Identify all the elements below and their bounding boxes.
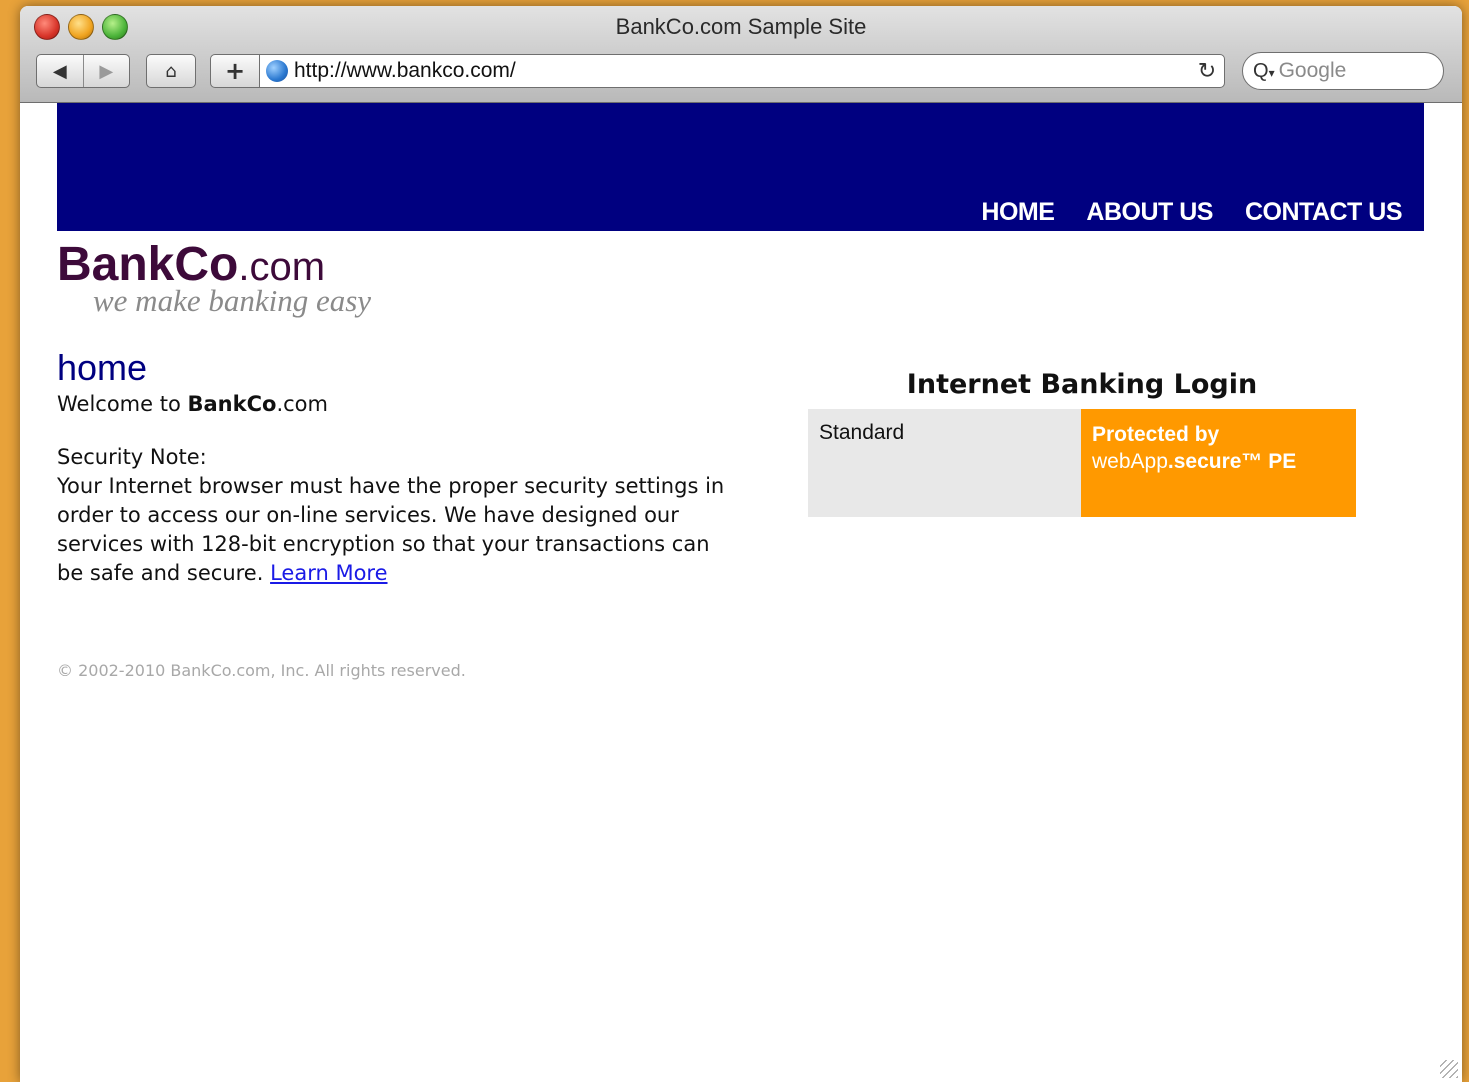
globe-icon bbox=[266, 60, 288, 82]
resize-grip-icon[interactable] bbox=[1440, 1060, 1458, 1078]
protected-heading: Protected by bbox=[1092, 423, 1220, 446]
login-title: Internet Banking Login bbox=[906, 369, 1258, 400]
learn-more-link[interactable]: Learn More bbox=[270, 561, 387, 585]
security-title: Security Note: bbox=[57, 445, 207, 469]
browser-toolbar: BankCo.com Sample Site ◀ ▶ ⌂ + http://ww… bbox=[20, 6, 1462, 103]
forward-arrow-icon[interactable]: ▶ bbox=[83, 55, 129, 87]
security-note: Security Note: Your Internet browser mus… bbox=[57, 443, 727, 588]
login-panel: Standard Protected by webApp.secure™ PE bbox=[808, 409, 1356, 517]
welcome-prefix: Welcome to bbox=[57, 392, 188, 416]
welcome-brand: BankCo bbox=[187, 392, 277, 416]
protected-login-option[interactable]: Protected by webApp.secure™ PE bbox=[1081, 409, 1356, 517]
search-field[interactable]: Q▾ Google bbox=[1242, 52, 1444, 90]
header-banner: HOME ABOUT US CONTACT US bbox=[57, 103, 1424, 231]
logo-wordmark: BankCo.com bbox=[57, 241, 325, 289]
window-title: BankCo.com Sample Site bbox=[615, 14, 867, 39]
copyright-text: © 2002-2010 BankCo.com, Inc. All rights … bbox=[57, 661, 466, 680]
page-content: HOME ABOUT US CONTACT US BankCo.com we m… bbox=[20, 103, 1462, 1082]
page-title: home bbox=[57, 347, 148, 388]
top-nav: HOME ABOUT US CONTACT US bbox=[981, 198, 1402, 227]
site-logo[interactable]: BankCo.com we make banking easy bbox=[57, 241, 371, 319]
back-arrow-icon[interactable]: ◀ bbox=[37, 55, 83, 87]
search-icon: Q▾ bbox=[1253, 59, 1275, 82]
history-nav: ◀ ▶ bbox=[36, 54, 130, 88]
url-input[interactable]: http://www.bankco.com/ bbox=[294, 59, 1190, 83]
search-placeholder: Google bbox=[1278, 59, 1347, 82]
logo-tagline: we make banking easy bbox=[93, 283, 372, 318]
nav-contact-link[interactable]: CONTACT US bbox=[1245, 198, 1403, 227]
welcome-suffix: .com bbox=[276, 392, 328, 416]
browser-window: BankCo.com Sample Site ◀ ▶ ⌂ + http://ww… bbox=[20, 6, 1462, 1082]
address-bar[interactable]: http://www.bankco.com/ ↻ bbox=[259, 54, 1225, 88]
protected-brand: webApp.secure™ PE bbox=[1092, 450, 1297, 473]
nav-about-link[interactable]: ABOUT US bbox=[1086, 198, 1213, 227]
add-bookmark-icon[interactable]: + bbox=[210, 54, 260, 88]
reload-icon[interactable]: ↻ bbox=[1190, 58, 1224, 84]
nav-home-link[interactable]: HOME bbox=[981, 198, 1055, 227]
standard-login-option[interactable]: Standard bbox=[808, 409, 1081, 517]
welcome-text: Welcome to BankCo.com bbox=[57, 392, 328, 416]
home-icon[interactable]: ⌂ bbox=[146, 54, 196, 88]
security-body: Your Internet browser must have the prop… bbox=[57, 474, 725, 585]
